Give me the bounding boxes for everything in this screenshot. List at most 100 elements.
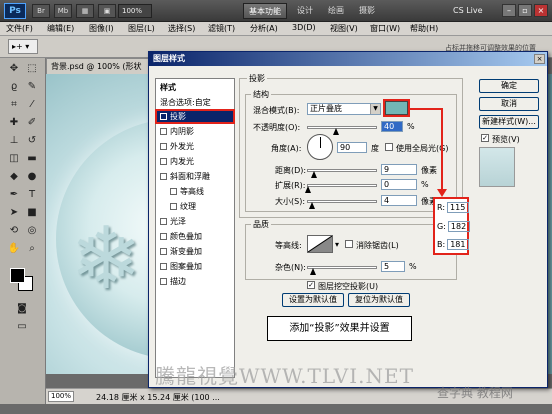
workspace-design[interactable]: 设计 bbox=[292, 3, 318, 19]
menu-layer[interactable]: 图层(L) bbox=[128, 23, 155, 34]
satin-checkbox[interactable] bbox=[160, 218, 167, 225]
screen-mode-icon[interactable]: ▣ bbox=[98, 4, 116, 18]
dodge-tool-icon[interactable]: ● bbox=[24, 170, 40, 184]
size-input[interactable]: 4 bbox=[381, 195, 417, 206]
angle-dial[interactable] bbox=[307, 134, 333, 160]
eyedropper-icon[interactable]: ⁄ bbox=[24, 98, 40, 112]
pattern-overlay-checkbox[interactable] bbox=[160, 263, 167, 270]
menu-file[interactable]: 文件(F) bbox=[6, 23, 33, 34]
3d-orbit-icon[interactable]: ◎ bbox=[24, 224, 40, 238]
menu-select[interactable]: 选择(S) bbox=[168, 23, 195, 34]
angle-input[interactable]: 90 bbox=[337, 142, 367, 153]
status-zoom-field[interactable]: 100% bbox=[48, 391, 74, 402]
close-icon[interactable]: × bbox=[534, 4, 548, 17]
shape-tool-icon[interactable]: ■ bbox=[24, 206, 40, 220]
style-item-pattern-overlay[interactable]: 图案叠加 bbox=[156, 260, 234, 273]
style-item-contour[interactable]: 等高线 bbox=[156, 185, 234, 198]
quick-mask-icon[interactable]: ◙ bbox=[14, 302, 30, 316]
history-brush-icon[interactable]: ↺ bbox=[24, 134, 40, 148]
document-tab[interactable]: 背景.psd @ 100% (形状 bbox=[46, 58, 156, 74]
marquee-tool-icon[interactable]: ⬚ bbox=[24, 62, 40, 76]
style-item-inner-shadow[interactable]: 内阴影 bbox=[156, 125, 234, 138]
anti-alias-checkbox[interactable] bbox=[345, 240, 353, 248]
blend-mode-select[interactable]: 正片叠底 ▼ bbox=[307, 103, 381, 115]
style-item-color-overlay[interactable]: 颜色叠加 bbox=[156, 230, 234, 243]
menu-image[interactable]: 图像(I) bbox=[89, 23, 114, 34]
contour-checkbox[interactable] bbox=[170, 188, 177, 195]
healing-brush-icon[interactable]: ✚ bbox=[6, 116, 22, 130]
distance-slider[interactable] bbox=[307, 169, 377, 172]
texture-checkbox[interactable] bbox=[170, 203, 177, 210]
noise-slider[interactable] bbox=[307, 266, 377, 269]
contour-dropdown-icon[interactable]: ▾ bbox=[335, 240, 339, 249]
quick-select-icon[interactable]: ✎ bbox=[24, 80, 40, 94]
size-slider[interactable] bbox=[307, 200, 377, 203]
style-item-stroke[interactable]: 描边 bbox=[156, 275, 234, 288]
workspace-photography[interactable]: 摄影 bbox=[354, 3, 380, 19]
style-item-bevel-emboss[interactable]: 斜面和浮雕 bbox=[156, 170, 234, 183]
style-item-texture[interactable]: 纹理 bbox=[156, 200, 234, 213]
noise-input[interactable]: 5 bbox=[381, 261, 405, 272]
menu-3d[interactable]: 3D(D) bbox=[292, 23, 316, 32]
menu-filter[interactable]: 滤镜(T) bbox=[208, 23, 235, 34]
crop-tool-icon[interactable]: ⌗ bbox=[6, 98, 22, 112]
style-item-inner-glow[interactable]: 内发光 bbox=[156, 155, 234, 168]
menu-view[interactable]: 视图(V) bbox=[330, 23, 358, 34]
style-list-header[interactable]: 样式 bbox=[156, 81, 234, 94]
contour-picker[interactable] bbox=[307, 235, 333, 253]
opacity-input[interactable]: 40 bbox=[381, 121, 403, 132]
distance-input[interactable]: 9 bbox=[381, 164, 417, 175]
style-item-outer-glow[interactable]: 外发光 bbox=[156, 140, 234, 153]
tool-preset-picker[interactable]: ▸+ ▾ bbox=[8, 39, 38, 54]
blending-options-item[interactable]: 混合选项:自定 bbox=[156, 96, 234, 109]
foreground-color-swatch[interactable] bbox=[10, 268, 25, 283]
move-tool-icon[interactable]: ✥ bbox=[6, 62, 22, 76]
opacity-slider[interactable] bbox=[307, 126, 377, 129]
spread-input[interactable]: 0 bbox=[381, 179, 417, 190]
workspace-painting[interactable]: 绘画 bbox=[323, 3, 349, 19]
menu-edit[interactable]: 编辑(E) bbox=[47, 23, 74, 34]
color-overlay-checkbox[interactable] bbox=[160, 233, 167, 240]
minibridge-icon[interactable]: Mb bbox=[54, 4, 72, 18]
workspace-essentials[interactable]: 基本功能 bbox=[243, 3, 287, 19]
gradient-overlay-checkbox[interactable] bbox=[160, 248, 167, 255]
spread-slider[interactable] bbox=[307, 184, 377, 187]
knockout-checkbox[interactable]: ✓ bbox=[307, 281, 315, 289]
outer-glow-checkbox[interactable] bbox=[160, 143, 167, 150]
gradient-tool-icon[interactable]: ▬ bbox=[24, 152, 40, 166]
menu-window[interactable]: 窗口(W) bbox=[370, 23, 400, 34]
brush-tool-icon[interactable]: ✐ bbox=[24, 116, 40, 130]
arrange-icon[interactable]: ▦ bbox=[76, 4, 94, 18]
new-style-button[interactable]: 新建样式(W)... bbox=[479, 115, 539, 129]
stroke-checkbox[interactable] bbox=[160, 278, 167, 285]
zoom-tool-icon[interactable]: ⌕ bbox=[24, 242, 40, 256]
cs-live-button[interactable]: CS Live bbox=[453, 4, 497, 18]
minimize-icon[interactable]: – bbox=[502, 4, 516, 17]
eraser-icon[interactable]: ◫ bbox=[6, 152, 22, 166]
clone-stamp-icon[interactable]: ⊥ bbox=[6, 134, 22, 148]
menu-analysis[interactable]: 分析(A) bbox=[250, 23, 278, 34]
bridge-icon[interactable]: Br bbox=[32, 4, 50, 18]
bevel-emboss-checkbox[interactable] bbox=[160, 173, 167, 180]
cancel-button[interactable]: 取消 bbox=[479, 97, 539, 111]
preview-checkbox[interactable]: ✓ bbox=[481, 134, 489, 142]
3d-rotate-icon[interactable]: ⟲ bbox=[6, 224, 22, 238]
dialog-close-icon[interactable]: × bbox=[534, 54, 545, 64]
make-default-button[interactable]: 设置为默认值 bbox=[282, 293, 344, 307]
menu-help[interactable]: 帮助(H) bbox=[410, 23, 438, 34]
screen-mode-toggle-icon[interactable]: ▭ bbox=[14, 320, 30, 334]
style-item-satin[interactable]: 光泽 bbox=[156, 215, 234, 228]
global-light-checkbox[interactable] bbox=[385, 143, 393, 151]
inner-glow-checkbox[interactable] bbox=[160, 158, 167, 165]
inner-shadow-checkbox[interactable] bbox=[160, 128, 167, 135]
lasso-tool-icon[interactable]: ϱ bbox=[6, 80, 22, 94]
path-select-icon[interactable]: ➤ bbox=[6, 206, 22, 220]
blur-tool-icon[interactable]: ◆ bbox=[6, 170, 22, 184]
zoom-level[interactable]: 100% bbox=[118, 4, 152, 18]
type-tool-icon[interactable]: T bbox=[24, 188, 40, 202]
style-item-gradient-overlay[interactable]: 渐变叠加 bbox=[156, 245, 234, 258]
reset-default-button[interactable]: 复位为默认值 bbox=[348, 293, 410, 307]
hand-tool-icon[interactable]: ✋ bbox=[6, 242, 22, 256]
pen-tool-icon[interactable]: ✒ bbox=[6, 188, 22, 202]
ok-button[interactable]: 确定 bbox=[479, 79, 539, 93]
